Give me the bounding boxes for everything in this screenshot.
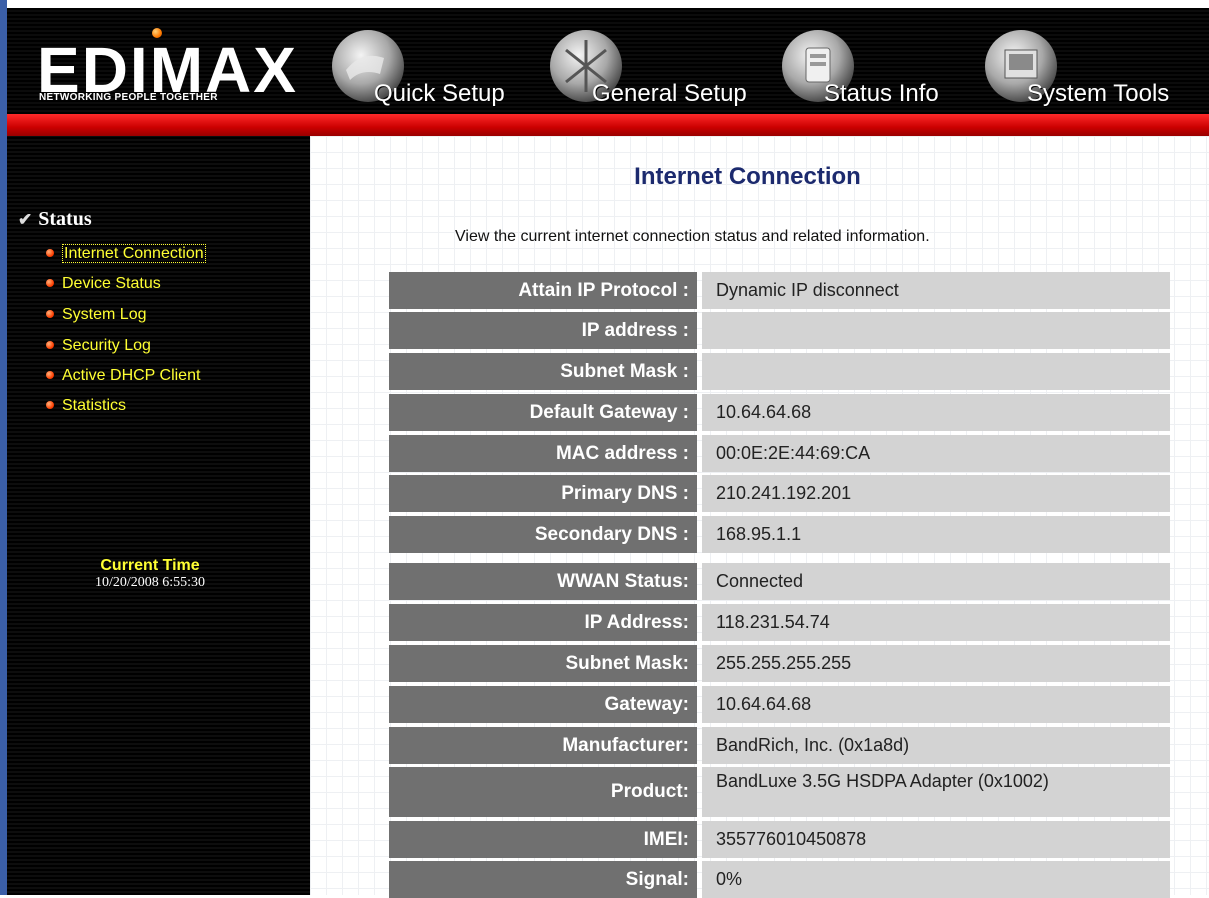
row-value: 255.255.255.255 [702, 645, 1170, 682]
row-value: 210.241.192.201 [702, 475, 1170, 512]
logo-tagline: NETWORKING PEOPLE TOGETHER [39, 92, 218, 103]
row-value: BandLuxe 3.5G HSDPA Adapter (0x1002) [702, 767, 1170, 817]
row-key: Default Gateway : [389, 394, 697, 431]
nav-quick-setup[interactable]: Quick Setup [332, 30, 532, 110]
checkmark-icon: ✔ [18, 210, 33, 229]
bullet-icon [46, 309, 54, 318]
sidebar-item-device-status[interactable]: Device Status [46, 273, 161, 295]
row-value: 355776010450878 [702, 821, 1170, 858]
row-key: IP Address: [389, 604, 697, 641]
table-row: Subnet Mask: 255.255.255.255 [389, 645, 1170, 682]
table-row: Manufacturer: BandRich, Inc. (0x1a8d) [389, 727, 1170, 764]
row-key: Subnet Mask : [389, 353, 697, 390]
row-key: WWAN Status: [389, 563, 697, 600]
nav-general-setup-label: General Setup [592, 80, 747, 107]
nav-system-tools-label: System Tools [1027, 80, 1170, 107]
table-row: Product: BandLuxe 3.5G HSDPA Adapter (0x1… [389, 767, 1170, 817]
row-key: Secondary DNS : [389, 516, 697, 553]
sidebar-heading-label: Status [38, 208, 92, 230]
nav-status-info[interactable]: Status Info [782, 30, 982, 110]
row-value: Dynamic IP disconnect [702, 272, 1170, 309]
row-value [702, 312, 1170, 349]
table-row: Primary DNS :210.241.192.201 [389, 475, 1170, 512]
row-key: Manufacturer: [389, 727, 697, 764]
table-row: MAC address :00:0E:2E:44:69:CA [389, 435, 1170, 472]
row-value: 00:0E:2E:44:69:CA [702, 435, 1170, 472]
bullet-icon [46, 370, 54, 379]
row-key: MAC address : [389, 435, 697, 472]
bullet-icon [46, 248, 54, 257]
row-key: Product: [389, 767, 697, 817]
row-value: 10.64.64.68 [702, 686, 1170, 723]
row-key: Signal: [389, 861, 697, 898]
sidebar-item-statistics[interactable]: Statistics [46, 395, 126, 417]
edimax-logo[interactable]: EDIMAX NETWORKING PEOPLE TOGETHER [37, 28, 297, 108]
table-row: Attain IP Protocol : Dynamic IP disconnec… [389, 272, 1170, 309]
sidebar-item-security-log[interactable]: Security Log [46, 335, 151, 357]
table-row: Gateway: 10.64.64.68 [389, 686, 1170, 723]
row-key: Attain IP Protocol : [389, 272, 697, 309]
row-key: Primary DNS : [389, 475, 697, 512]
row-key: Subnet Mask: [389, 645, 697, 682]
row-value: BandRich, Inc. (0x1a8d) [702, 727, 1170, 764]
nav-status-info-label: Status Info [824, 80, 939, 107]
row-value: Connected [702, 563, 1170, 600]
row-key: IMEI: [389, 821, 697, 858]
row-key: IP address : [389, 312, 697, 349]
table-row: Default Gateway :10.64.64.68 [389, 394, 1170, 431]
sidebar-item-active-dhcp-client[interactable]: Active DHCP Client [46, 365, 200, 387]
table-row: IMEI: 355776010450878 [389, 821, 1170, 858]
row-value: 10.64.64.68 [702, 394, 1170, 431]
header-red-bar [7, 114, 1209, 136]
current-time-label: Current Time [100, 557, 200, 574]
row-value: 168.95.1.1 [702, 516, 1170, 553]
table-row: Secondary DNS :168.95.1.1 [389, 516, 1170, 553]
row-value: 0% [702, 861, 1170, 898]
table-row: IP address : [389, 312, 1170, 349]
sidebar-status-heading[interactable]: ✔ Status [18, 208, 92, 231]
page-description: View the current internet connection sta… [455, 228, 930, 245]
sidebar-item-label: Internet Connection [62, 244, 206, 263]
bullet-icon [46, 400, 54, 409]
window-frame-edge [0, 0, 7, 895]
nav-system-tools[interactable]: System Tools [985, 30, 1205, 110]
sidebar-item-label: Statistics [62, 397, 127, 414]
table-row: Subnet Mask : [389, 353, 1170, 390]
table-row: Signal: 0% [389, 861, 1170, 898]
connection-info-table: Attain IP Protocol : Dynamic IP disconnec… [389, 272, 1170, 553]
sidebar-item-label: Active DHCP Client [62, 367, 201, 384]
table-row: WWAN Status: Connected [389, 563, 1170, 600]
nav-quick-setup-label: Quick Setup [374, 80, 505, 107]
current-time-value: 10/20/2008 6:55:30 [94, 575, 206, 590]
wwan-info-table: WWAN Status: Connected IP Address: 118.231… [389, 563, 1170, 898]
row-value: 118.231.54.74 [702, 604, 1170, 641]
sidebar-item-internet-connection[interactable]: Internet Connection [46, 243, 206, 265]
page-title: Internet Connection [634, 163, 861, 190]
row-key: Gateway: [389, 686, 697, 723]
sidebar-item-label: System Log [62, 306, 147, 323]
bullet-icon [46, 278, 54, 287]
sidebar-item-system-log[interactable]: System Log [46, 304, 146, 326]
bullet-icon [46, 340, 54, 349]
sidebar-item-label: Device Status [62, 275, 161, 292]
nav-general-setup[interactable]: General Setup [550, 30, 790, 110]
table-row: IP Address: 118.231.54.74 [389, 604, 1170, 641]
row-value [702, 353, 1170, 390]
sidebar-item-label: Security Log [62, 337, 151, 354]
header-banner: EDIMAX NETWORKING PEOPLE TOGETHER Quick … [7, 8, 1209, 114]
